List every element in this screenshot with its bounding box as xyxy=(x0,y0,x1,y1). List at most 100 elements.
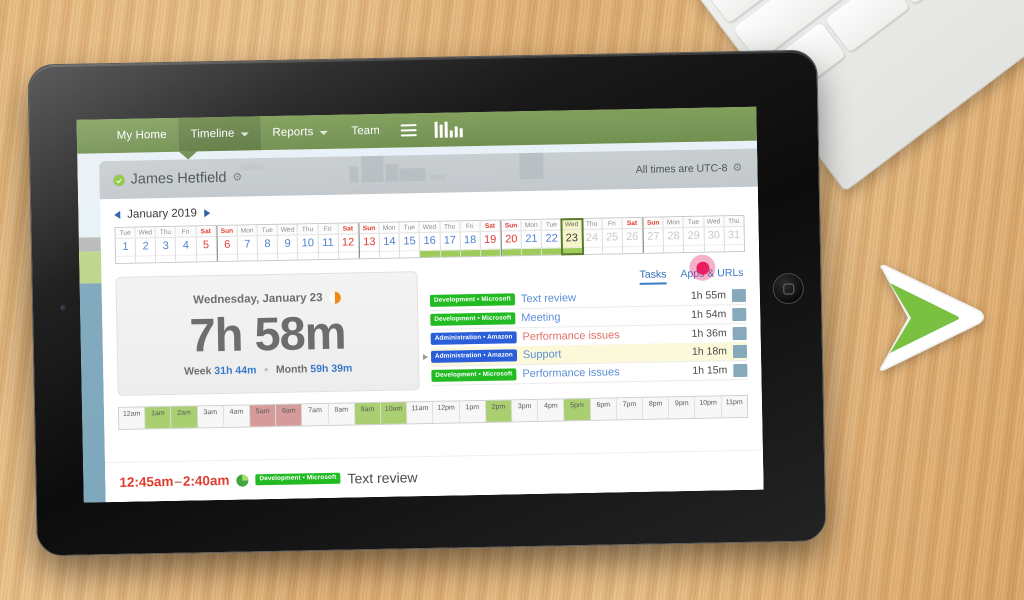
hour-cell-7pm[interactable]: 7pm xyxy=(616,398,644,420)
nav-item-team[interactable]: Team xyxy=(339,114,392,149)
calendar-day-24[interactable]: Thu 24 xyxy=(582,218,603,255)
hour-cell-1am[interactable]: 1am xyxy=(145,407,172,429)
hour-cell-5pm[interactable]: 5pm xyxy=(564,399,591,421)
calendar-day-17[interactable]: Thu 17 xyxy=(439,221,461,257)
task-name[interactable]: Performance issues xyxy=(522,328,674,343)
hour-cell-3pm[interactable]: 3pm xyxy=(511,400,539,422)
calendar-day-13[interactable]: Sun 13 xyxy=(358,222,381,259)
calendar-day-27[interactable]: Sun 27 xyxy=(642,217,665,253)
calendar-day-number: 29 xyxy=(687,229,700,242)
calendar-day-22[interactable]: Tue 22 xyxy=(541,219,563,255)
hour-cell-10pm[interactable]: 10pm xyxy=(695,396,722,419)
hour-cell-3am[interactable]: 3am xyxy=(197,406,225,428)
play-arrow-overlay[interactable] xyxy=(873,261,989,375)
nav-item-my-home[interactable]: My Home xyxy=(104,118,179,153)
calendar-day-12[interactable]: Sat 12 xyxy=(338,223,360,259)
calendar-day-number: 9 xyxy=(284,237,291,250)
calendar-day-6[interactable]: Sun 6 xyxy=(216,225,239,262)
calendar-day-15[interactable]: Tue 15 xyxy=(399,222,421,258)
task-project-badge[interactable]: Development ▪ Microsoft xyxy=(429,293,516,307)
nav-item-timeline[interactable]: Timeline xyxy=(178,116,261,152)
calendar-day-21[interactable]: Mon 21 xyxy=(521,219,543,256)
hour-cell-8am[interactable]: 8am xyxy=(328,403,356,426)
calendar-day-weekday: Thu xyxy=(439,221,460,233)
hour-cell-8pm[interactable]: 8pm xyxy=(642,397,670,420)
hour-cell-2am[interactable]: 2am xyxy=(171,406,198,429)
week-value: 31h 44m xyxy=(214,364,257,378)
task-name[interactable]: Support xyxy=(523,346,675,361)
hour-cell-7am[interactable]: 7am xyxy=(302,404,329,426)
calendar-day-25[interactable]: Fri 25 xyxy=(602,218,623,254)
calendar-day-3[interactable]: Thu 3 xyxy=(155,226,177,263)
calendar-day-number: 22 xyxy=(545,232,558,245)
hour-cell-11pm[interactable]: 11pm xyxy=(721,396,748,418)
hamburger-menu-button[interactable] xyxy=(392,113,427,148)
calendar-day-1[interactable]: Tue 1 xyxy=(115,227,137,263)
calendar-day-10[interactable]: Thu 10 xyxy=(297,224,319,260)
hour-cell-1pm[interactable]: 1pm xyxy=(459,401,487,423)
hour-cell-12pm[interactable]: 12pm xyxy=(433,401,460,424)
user-block[interactable]: James Hetfield ⚙ xyxy=(113,170,243,188)
calendar-day-19[interactable]: Sat 19 xyxy=(480,220,502,256)
hour-cell-6am[interactable]: 6am xyxy=(276,404,303,427)
calendar-day-29[interactable]: Tue 29 xyxy=(683,216,705,253)
hour-cell-2pm[interactable]: 2pm xyxy=(485,400,513,423)
calendar-day-4[interactable]: Fri 4 xyxy=(175,226,197,262)
task-duration: 1h 18m xyxy=(691,345,728,358)
calendar-day-8[interactable]: Tue 8 xyxy=(257,224,279,261)
task-name[interactable]: Text review xyxy=(521,290,674,305)
nav-item-reports[interactable]: Reports xyxy=(260,115,340,151)
calendar-day-28[interactable]: Mon 28 xyxy=(663,217,685,253)
calendar-day-weekday: Wed xyxy=(561,219,582,231)
calendar-day-11[interactable]: Fri 11 xyxy=(318,223,339,260)
hour-cell-10am[interactable]: 10am xyxy=(380,402,408,425)
calendar-day-weekday: Sat xyxy=(480,220,500,232)
calendar-day-16[interactable]: Wed 16 xyxy=(419,221,441,258)
task-project-badge[interactable]: Administration ▪ Amazon xyxy=(430,331,517,345)
expand-caret-icon[interactable] xyxy=(422,353,429,361)
calendar-day-23[interactable]: Wed 23 xyxy=(560,217,584,256)
calendar-day-30[interactable]: Wed 30 xyxy=(703,216,725,252)
entry-project-badge[interactable]: Development ▪ Microsoft xyxy=(255,472,341,486)
hour-cell-5am[interactable]: 5am xyxy=(249,405,277,427)
home-button[interactable] xyxy=(772,272,805,305)
task-name[interactable]: Performance issues xyxy=(522,365,675,380)
half-moon-icon xyxy=(328,291,341,304)
hour-fill xyxy=(512,412,537,421)
hour-cell-9am[interactable]: 9am xyxy=(354,403,382,425)
calendar-day-9[interactable]: Wed 9 xyxy=(277,224,299,260)
next-month-icon[interactable] xyxy=(203,209,211,218)
hour-cell-4pm[interactable]: 4pm xyxy=(538,399,565,422)
hour-cell-11am[interactable]: 11am xyxy=(407,402,434,424)
hour-cell-9pm[interactable]: 9pm xyxy=(669,397,696,419)
bar-chart-button[interactable] xyxy=(426,112,473,147)
calendar-day-number: 10 xyxy=(301,237,315,250)
calendar-day-activity-bar xyxy=(501,248,522,256)
calendar-day-7[interactable]: Mon 7 xyxy=(237,225,259,261)
calendar-day-activity-bar xyxy=(664,245,684,253)
calendar-day-18[interactable]: Fri 18 xyxy=(460,220,481,257)
calendar-day-2[interactable]: Wed 2 xyxy=(135,227,157,263)
tab-tasks[interactable]: Tasks xyxy=(639,268,667,285)
timeline-entry-row[interactable]: 12:45am–2:40am Development ▪ Microsoft T… xyxy=(104,449,764,503)
calendar-day-20[interactable]: Sun 20 xyxy=(500,220,523,256)
task-project-badge[interactable]: Development ▪ Microsoft xyxy=(431,368,517,382)
calendar-day-weekday: Wed xyxy=(277,224,298,236)
timezone-block[interactable]: All times are UTC-8 ⚙ xyxy=(636,161,744,176)
calendar-day-26[interactable]: Sat 26 xyxy=(622,217,644,254)
gear-icon[interactable]: ⚙ xyxy=(732,161,743,173)
task-project-badge[interactable]: Development ▪ Microsoft xyxy=(430,312,516,326)
task-name[interactable]: Meeting xyxy=(521,309,674,324)
task-project-badge[interactable]: Administration ▪ Amazon xyxy=(430,349,517,363)
calendar-day-14[interactable]: Mon 14 xyxy=(379,222,401,258)
hour-cell-12am[interactable]: 12am xyxy=(118,407,146,430)
calendar-day-5[interactable]: Sat 5 xyxy=(196,226,217,262)
calendar-day-weekday: Thu xyxy=(297,224,318,236)
hour-cell-4am[interactable]: 4am xyxy=(223,405,251,428)
hour-cell-6pm[interactable]: 6pm xyxy=(590,398,618,421)
entry-time-range: 12:45am–2:40am xyxy=(119,473,229,490)
calendar-day-31[interactable]: Thu 31 xyxy=(724,215,744,252)
prev-month-icon[interactable] xyxy=(114,210,121,219)
gear-icon[interactable]: ⚙ xyxy=(232,171,243,183)
tablet-device: My Home Timeline Reports Team James Hetf… xyxy=(27,49,827,557)
